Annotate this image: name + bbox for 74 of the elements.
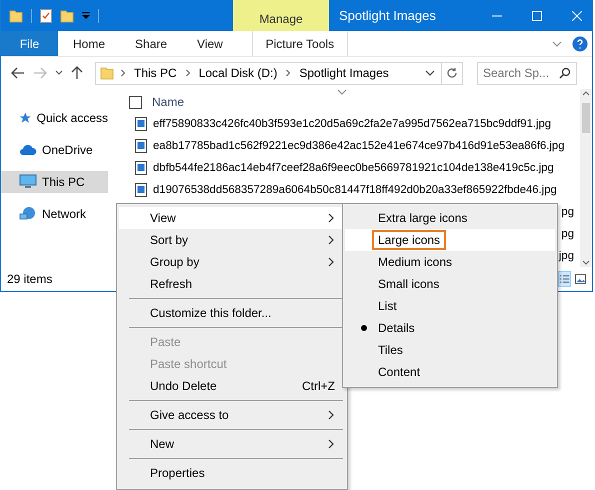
window-title: Spotlight Images (338, 7, 437, 25)
file-name[interactable]: dbfb544fe2186ac14eb4f7ceef28a6f9eec0be5669781921c104de138e419c5c.jpg (153, 162, 554, 174)
menu-item[interactable]: Give access to (119, 404, 345, 426)
menu-item[interactable]: Refresh (119, 273, 345, 295)
select-all-checkbox[interactable] (129, 96, 142, 108)
menu-item[interactable]: Tiles (345, 339, 555, 361)
menu-item[interactable]: Customize this folder... (119, 302, 345, 324)
ribbon-tab[interactable]: Share (120, 31, 182, 56)
shortcut-label: Ctrl+Z (302, 379, 335, 393)
ribbon-tab[interactable]: Picture Tools (252, 31, 348, 56)
menu-item[interactable]: Small icons (345, 273, 555, 295)
breadcrumb-item[interactable]: Local Disk (D:) (196, 66, 280, 80)
menu-item[interactable]: Undo Delete Ctrl+Z (119, 375, 345, 397)
folder-icon[interactable] (9, 8, 23, 22)
sidebar-item[interactable]: This PC (1, 171, 108, 193)
column-header[interactable]: Name (152, 95, 184, 109)
help-icon[interactable] (572, 36, 588, 52)
new-folder-icon[interactable] (60, 8, 74, 22)
breadcrumb-separator-icon (184, 68, 191, 78)
ribbon-tab[interactable]: Home (58, 31, 120, 56)
menu-item[interactable]: Group by (119, 251, 345, 273)
context-tab-group: Manage (233, 0, 329, 31)
details-view-button[interactable] (558, 271, 571, 287)
menu-item[interactable]: Details (345, 317, 555, 339)
item-count: 29 items (7, 272, 52, 286)
maximize-icon[interactable] (532, 10, 542, 20)
sidebar-item[interactable]: Quick access (1, 107, 108, 129)
back-icon[interactable] (11, 67, 25, 79)
menu-item[interactable]: Medium icons (345, 251, 555, 273)
file-name[interactable]: jpg (558, 250, 574, 262)
sort-caret-icon (337, 89, 347, 95)
search-icon (559, 66, 571, 78)
file-name[interactable]: pg (561, 206, 574, 218)
menu-item[interactable]: Large icons (345, 229, 555, 251)
menu-item[interactable]: New (119, 433, 345, 455)
ribbon-tab[interactable]: View (182, 31, 238, 56)
refresh-icon[interactable] (446, 67, 458, 79)
dropdown-icon[interactable] (82, 12, 90, 20)
cloud-icon (19, 144, 37, 156)
file-name[interactable]: pg (561, 228, 574, 240)
menu-item[interactable]: Content (345, 361, 555, 383)
up-icon[interactable] (71, 66, 83, 80)
menu-item[interactable]: Extra large icons (345, 207, 555, 229)
image-file-icon (135, 183, 147, 197)
computer-icon (19, 174, 37, 190)
image-file-icon (135, 117, 147, 131)
menu-item[interactable]: Sort by (119, 229, 345, 251)
search-field[interactable]: Search Sp... (477, 62, 577, 84)
close-icon[interactable] (572, 10, 582, 20)
scroll-down-icon[interactable] (582, 259, 590, 267)
menu-item[interactable]: Properties (119, 462, 345, 484)
chevron-down-icon[interactable] (425, 70, 435, 76)
address-bar[interactable]: This PC Local Disk (D:) Spotlight Images (95, 62, 463, 84)
sidebar-item[interactable]: Network (1, 203, 108, 225)
scroll-up-icon[interactable] (582, 89, 590, 97)
breadcrumb-item[interactable]: Spotlight Images (297, 66, 391, 80)
breadcrumb-separator-icon (285, 68, 292, 78)
network-icon (19, 206, 37, 222)
image-file-icon (135, 139, 147, 153)
image-file-icon (135, 161, 147, 175)
properties-icon[interactable] (40, 8, 52, 22)
menu-item[interactable]: View (119, 207, 345, 229)
scrollbar[interactable] (580, 89, 592, 267)
file-name[interactable]: d19076538dd568357289a6064b50c81447f18ff492d0b20a33ef865922fbde46.jpg (153, 184, 557, 196)
recent-dropdown-icon[interactable] (55, 70, 63, 76)
file-name[interactable]: eff75890833c426fc40b3f593e1c20d5a69c2fa2e7a995d7562ea715bc9ddf91.jpg (153, 118, 552, 130)
ribbon-tab[interactable]: File (1, 31, 58, 56)
menu-item[interactable]: List (345, 295, 555, 317)
breadcrumb-separator-icon (120, 68, 126, 78)
breadcrumb-item[interactable]: This PC (132, 66, 179, 80)
highlight-box: Large icons (372, 230, 446, 250)
sidebar-item[interactable]: OneDrive (1, 139, 108, 161)
scrollbar-thumb[interactable] (582, 103, 590, 133)
file-name[interactable]: ea8b17785bad1c562f9221ec9d386e42ac152e41e674ce97b416d91e53ea86f6.jpg (153, 140, 564, 152)
